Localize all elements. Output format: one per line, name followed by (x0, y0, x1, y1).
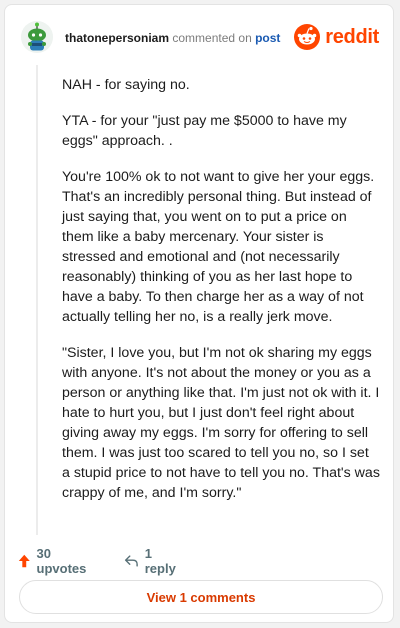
reply-count: 1 reply (144, 546, 176, 576)
comment-body: NAH - for saying no. YTA - for your "jus… (62, 75, 380, 519)
comment-paragraph: YTA - for your "just pay me $5000 to hav… (62, 113, 347, 149)
reddit-logo[interactable]: reddit (294, 23, 379, 51)
view-comments-button[interactable]: View 1 comments (19, 580, 383, 614)
post-link[interactable]: post (255, 31, 280, 45)
thread-line[interactable] (36, 65, 38, 535)
comment-paragraph: NAH - for saying no. (62, 77, 190, 93)
reply-button[interactable]: 1 reply (124, 546, 179, 576)
reddit-wordmark: reddit (325, 25, 379, 48)
comment-header: thatonepersoniam commented on post reddi… (21, 21, 379, 57)
upvote-button[interactable]: 30 upvotes (18, 546, 90, 576)
upvote-count: 30 upvotes (36, 546, 87, 576)
reply-arrow-icon (124, 555, 138, 567)
avatar[interactable] (21, 21, 53, 53)
view-comments-label: View 1 comments (146, 589, 256, 605)
comment-card: thatonepersoniam commented on post reddi… (4, 4, 394, 623)
reddit-snoo-icon (294, 24, 321, 50)
comment-meta: thatonepersoniam commented on post (65, 31, 280, 45)
commented-on-text: commented on (172, 31, 252, 45)
snoo-avatar-icon (21, 21, 53, 53)
upvote-arrow-icon (18, 554, 30, 568)
username-link[interactable]: thatonepersoniam (65, 31, 169, 45)
comment-paragraph: You're 100% ok to not want to give her y… (62, 169, 375, 325)
comment-paragraph: "Sister, I love you, but I'm not ok shar… (62, 345, 380, 501)
